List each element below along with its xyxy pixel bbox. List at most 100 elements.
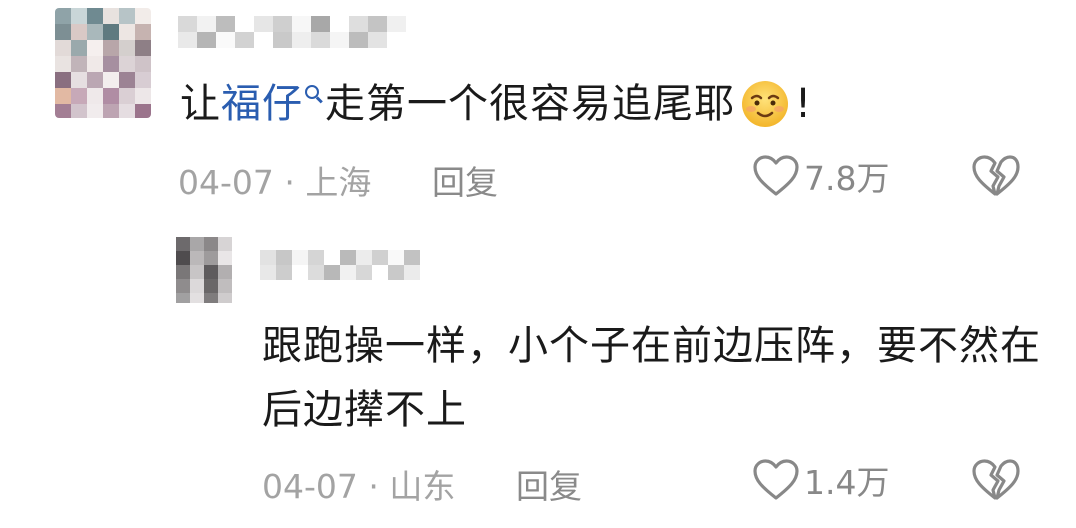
mosaic-pixel <box>387 32 406 48</box>
mosaic-pixel <box>135 40 151 56</box>
mosaic-pixel <box>71 104 87 118</box>
mosaic-pixel <box>368 32 387 48</box>
mosaic-pixel <box>176 279 190 293</box>
comment-text-middle: 走第一个很容易追尾耶 <box>325 81 735 127</box>
mosaic-pixel <box>135 88 151 104</box>
mosaic-pixel <box>372 250 388 265</box>
reply-like-button[interactable]: 1.4万 <box>752 456 889 504</box>
reply-date: 04-07 <box>262 467 358 506</box>
mosaic-pixel <box>197 16 216 32</box>
mosaic-pixel <box>216 16 235 32</box>
reply-like-count: 1.4万 <box>804 463 890 502</box>
mosaic-pixel <box>204 265 218 279</box>
mosaic-pixel <box>254 16 273 32</box>
mosaic-pixel <box>340 250 356 265</box>
broken-heart-icon[interactable] <box>970 456 1020 502</box>
mosaic-pixel <box>71 8 87 24</box>
mosaic-pixel <box>87 88 103 104</box>
comment-text: 让福仔 走第一个很容易追尾耶 ! <box>180 78 812 130</box>
mosaic-pixel <box>292 16 311 32</box>
mosaic-pixel <box>190 265 204 279</box>
mosaic-pixel <box>178 32 197 48</box>
mosaic-pixel <box>176 293 190 303</box>
mosaic-pixel <box>135 8 151 24</box>
mosaic-pixel <box>311 32 330 48</box>
like-button[interactable]: 7.8万 <box>752 152 889 200</box>
mosaic-pixel <box>103 8 119 24</box>
mosaic-pixel <box>71 72 87 88</box>
broken-heart-icon[interactable] <box>970 152 1020 198</box>
mosaic-pixel <box>204 237 218 251</box>
mosaic-pixel <box>119 8 135 24</box>
mosaic-pixel <box>218 251 232 265</box>
comment-text-end: ! <box>795 81 813 127</box>
comment-text-start: 让 <box>180 81 221 127</box>
mosaic-pixel <box>235 32 254 48</box>
mosaic-pixel <box>87 72 103 88</box>
mosaic-pixel <box>103 88 119 104</box>
reply-avatar[interactable] <box>176 237 232 303</box>
topic-link[interactable]: 福仔 <box>221 81 303 127</box>
mosaic-pixel <box>135 24 151 40</box>
mosaic-pixel <box>218 293 232 303</box>
search-icon[interactable] <box>303 82 325 112</box>
mosaic-pixel <box>103 72 119 88</box>
mosaic-pixel <box>119 104 135 118</box>
comment-thread: 让福仔 走第一个很容易追尾耶 ! 04-07 · 上海 回复 7.8万 跟跑操一… <box>0 0 1076 528</box>
mosaic-pixel <box>340 265 356 280</box>
mosaic-pixel <box>190 293 204 303</box>
mosaic-pixel <box>388 265 404 280</box>
mosaic-pixel <box>103 24 119 40</box>
mosaic-pixel <box>71 56 87 72</box>
mosaic-pixel <box>273 32 292 48</box>
avatar[interactable] <box>55 8 151 118</box>
mosaic-pixel <box>387 16 406 32</box>
mosaic-pixel <box>292 265 308 280</box>
mosaic-pixel <box>235 16 254 32</box>
comment-date: 04-07 <box>178 163 274 202</box>
mosaic-pixel <box>276 265 292 280</box>
mosaic-pixel <box>71 88 87 104</box>
mosaic-pixel <box>178 16 197 32</box>
mosaic-pixel <box>190 279 204 293</box>
reply-meta: 04-07 · 山东 <box>262 460 455 508</box>
meta-separator: · <box>368 467 379 506</box>
mosaic-pixel <box>71 40 87 56</box>
mosaic-pixel <box>204 279 218 293</box>
mosaic-pixel <box>135 104 151 118</box>
like-count: 7.8万 <box>804 159 890 198</box>
comment-meta: 04-07 · 上海 <box>178 156 371 204</box>
mosaic-pixel <box>103 104 119 118</box>
mosaic-pixel <box>87 104 103 118</box>
mosaic-pixel <box>55 72 71 88</box>
mosaic-pixel <box>254 32 273 48</box>
mosaic-pixel <box>55 24 71 40</box>
mosaic-pixel <box>119 88 135 104</box>
username-blurred[interactable] <box>178 16 408 48</box>
mosaic-pixel <box>273 16 292 32</box>
mosaic-pixel <box>103 40 119 56</box>
mosaic-pixel <box>55 40 71 56</box>
reply-button[interactable]: 回复 <box>432 156 498 204</box>
mosaic-pixel <box>55 8 71 24</box>
reply-button[interactable]: 回复 <box>516 460 582 508</box>
mosaic-pixel <box>204 293 218 303</box>
mosaic-pixel <box>71 24 87 40</box>
mosaic-pixel <box>197 32 216 48</box>
mosaic-pixel <box>119 56 135 72</box>
mosaic-pixel <box>87 24 103 40</box>
mosaic-pixel <box>349 16 368 32</box>
mosaic-pixel <box>324 250 340 265</box>
meta-separator: · <box>284 163 295 202</box>
mosaic-pixel <box>276 250 292 265</box>
mosaic-pixel <box>176 237 190 251</box>
heart-outline-icon <box>753 459 799 500</box>
mosaic-pixel <box>311 16 330 32</box>
mosaic-pixel <box>356 250 372 265</box>
reply-username-blurred[interactable] <box>260 250 420 280</box>
mosaic-pixel <box>119 24 135 40</box>
mosaic-pixel <box>55 104 71 118</box>
mosaic-pixel <box>372 265 388 280</box>
mosaic-pixel <box>216 32 235 48</box>
mosaic-pixel <box>349 32 368 48</box>
